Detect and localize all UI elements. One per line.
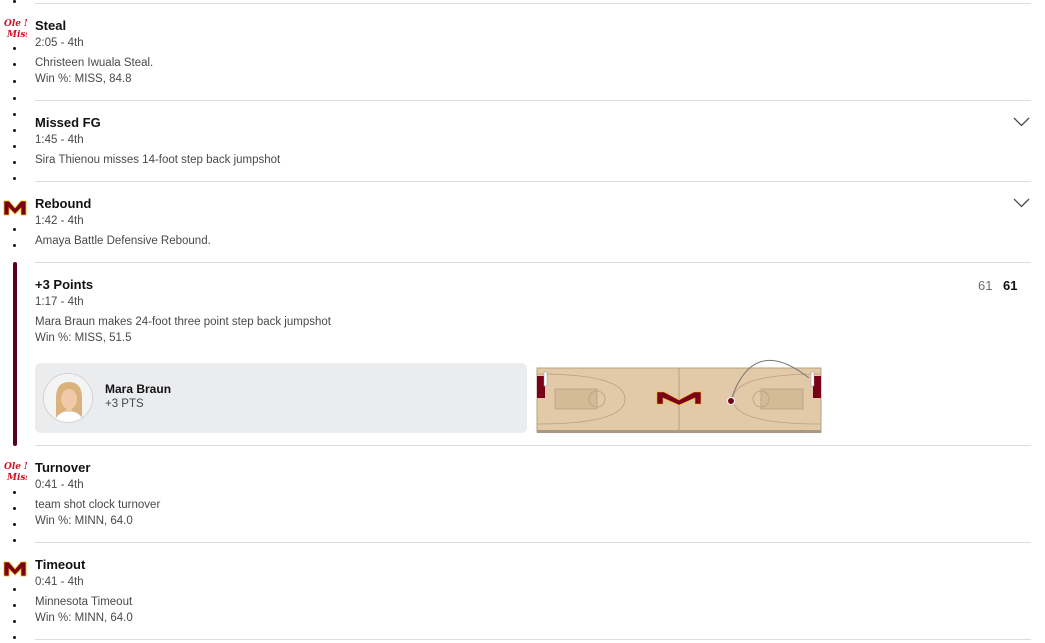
play-description: Sira Thienou misses 14-foot step back ju… [35, 154, 281, 166]
timeline-dot [13, 507, 16, 510]
minnesota-logo [3, 200, 27, 216]
play-time: 0:41 - 4th [35, 479, 84, 491]
minnesota-logo [3, 561, 27, 577]
player-headshot [43, 373, 93, 423]
play-description: Minnesota Timeout [35, 596, 133, 608]
play-title: Turnover [35, 460, 91, 475]
divider [35, 445, 1031, 446]
timeline-dot [13, 80, 16, 83]
timeline-dot [13, 0, 16, 3]
win-probability: Win %: MINN, 64.0 [35, 612, 133, 624]
timeline-dot [13, 604, 16, 607]
play-title: +3 Points [35, 277, 94, 292]
play-time: 2:05 - 4th [35, 37, 84, 49]
divider [35, 181, 1031, 182]
timeline-dot [13, 636, 16, 639]
play-time: 0:41 - 4th [35, 576, 84, 588]
timeline-dot [13, 588, 16, 591]
play-title: Timeout [35, 557, 86, 572]
scoring-play-bar [13, 262, 17, 446]
timeline-dot [13, 177, 16, 180]
timeline-dot [13, 244, 16, 247]
player-card[interactable]: Mara Braun +3 PTS [35, 363, 527, 433]
timeline-dot [13, 97, 16, 100]
play-title: Steal [35, 18, 67, 33]
player-name: Mara Braun [105, 382, 172, 396]
timeline-dot [13, 491, 16, 494]
play-description: Christeen Iwuala Steal. [35, 57, 154, 69]
svg-text:Ole Miss: Ole Miss [4, 462, 27, 472]
timeline-dot [13, 145, 16, 148]
timeline-dot [13, 523, 16, 526]
timeline-dot [13, 620, 16, 623]
play-title: Rebound [35, 196, 92, 211]
play-by-play-feed: Ole Miss Miss Steal 2:05 - 4th Christeen… [0, 0, 1045, 643]
ole-miss-logo: Ole Miss Miss [4, 462, 27, 482]
timeline-dot [13, 129, 16, 132]
win-probability: Win %: MINN, 64.0 [35, 515, 133, 527]
divider [35, 542, 1031, 543]
player-stat: +3 PTS [105, 398, 144, 410]
play-description: team shot clock turnover [35, 499, 161, 511]
divider [35, 639, 1031, 640]
play-description: Mara Braun makes 24-foot three point ste… [35, 316, 331, 328]
chevron-down-icon[interactable] [1013, 117, 1030, 127]
timeline-dot [13, 47, 16, 50]
timeline-dot [13, 63, 16, 66]
shot-chart-court [536, 360, 822, 433]
score-home: 61 [1003, 278, 1018, 293]
svg-text:Miss: Miss [6, 30, 27, 39]
play-title: Missed FG [35, 115, 101, 130]
play-time: 1:42 - 4th [35, 215, 84, 227]
divider [35, 100, 1031, 101]
timeline-dot [13, 161, 16, 164]
win-probability: Win %: MISS, 51.5 [35, 332, 132, 344]
play-time: 1:45 - 4th [35, 134, 84, 146]
divider [35, 262, 1031, 263]
timeline-dot [13, 113, 16, 116]
timeline-dot [13, 539, 16, 542]
svg-text:Ole Miss: Ole Miss [4, 19, 27, 29]
ole-miss-logo: Ole Miss Miss [4, 19, 27, 39]
score-away: 61 [978, 278, 993, 293]
win-probability: Win %: MISS, 84.8 [35, 73, 132, 85]
svg-text:Miss: Miss [6, 473, 27, 482]
divider [35, 3, 1031, 4]
play-time: 1:17 - 4th [35, 296, 84, 308]
timeline-dot [13, 228, 16, 231]
chevron-down-icon[interactable] [1013, 198, 1030, 208]
play-description: Amaya Battle Defensive Rebound. [35, 235, 211, 247]
